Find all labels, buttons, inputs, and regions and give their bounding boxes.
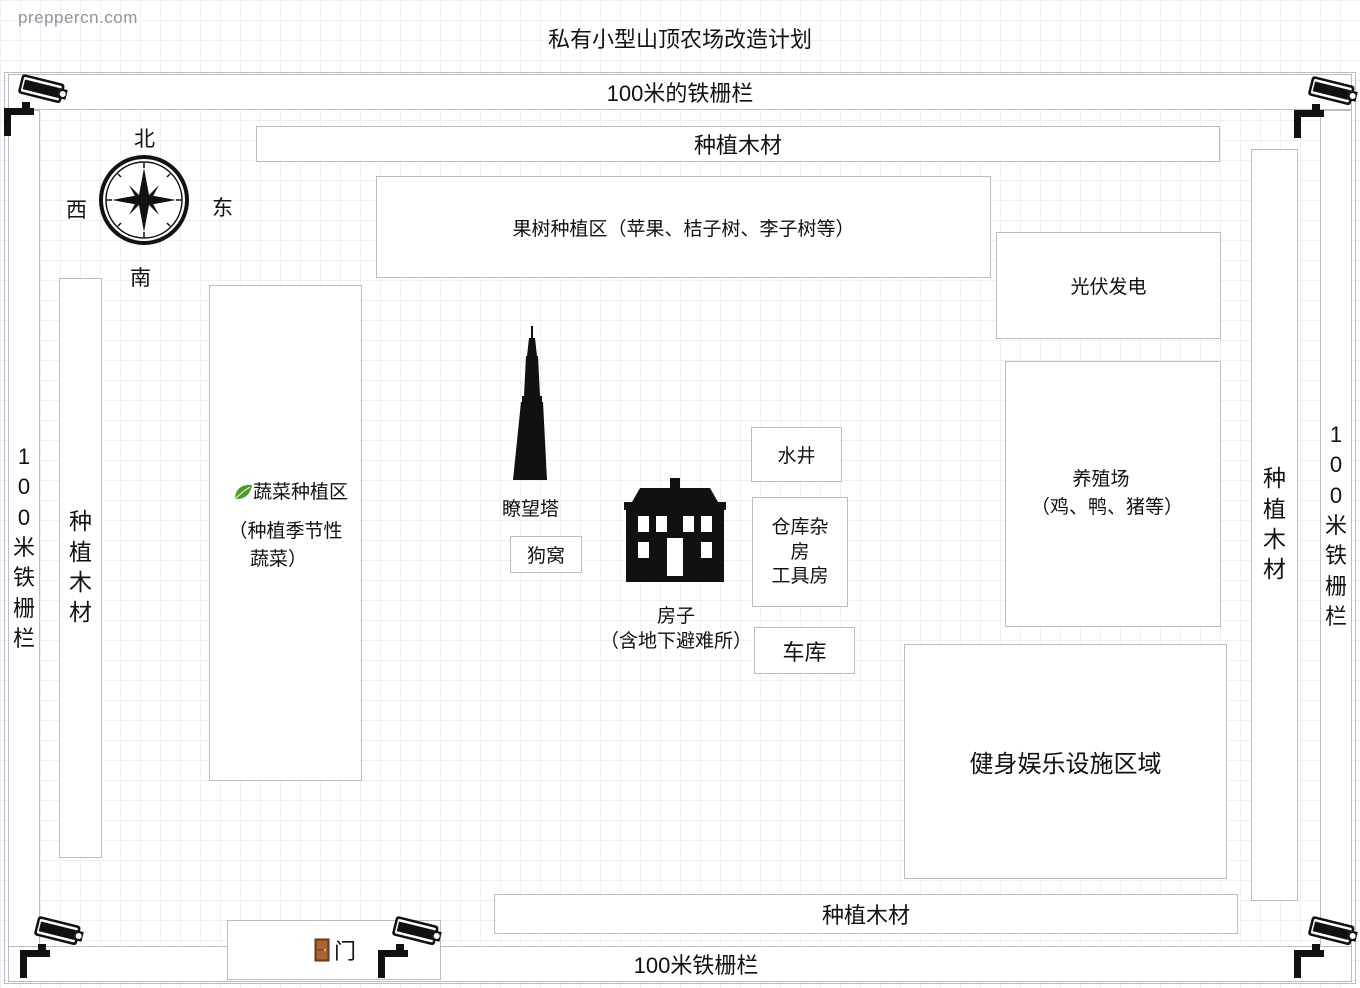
- compass-south: 南: [130, 266, 151, 290]
- house-sub: （含地下避难所）: [599, 629, 752, 652]
- timber-top: 种植木材: [256, 126, 1220, 162]
- fence-left-label: 1 0 0 米 铁 栅 栏: [8, 442, 40, 655]
- livestock-label: 养殖场 （鸡、鸭、猪等）: [1031, 466, 1183, 521]
- watchtower-label: 瞭望塔: [502, 498, 560, 520]
- fence-right-label: 1 0 0 米 铁 栅 栏: [1320, 420, 1352, 633]
- tower-icon: [513, 326, 547, 480]
- fence-top: 100米的铁栅栏: [8, 74, 1352, 110]
- cctv-camera-icon: [20, 916, 84, 978]
- fence-right-char: 0: [1329, 452, 1343, 478]
- vegetable-title-row: 蔬菜种植区: [209, 478, 362, 507]
- fence-right-char: 1: [1329, 422, 1343, 447]
- house-title: 房子: [656, 605, 695, 627]
- storage-room: 仓库杂 房 工具房: [752, 497, 848, 607]
- well: 水井: [751, 427, 842, 482]
- fence-bottom: 100米铁栅栏: [8, 946, 1352, 982]
- livestock-zone: 养殖场 （鸡、鸭、猪等）: [1005, 361, 1221, 627]
- timber-bottom-label: 种植木材: [821, 904, 910, 929]
- storage-line: 工具房: [771, 565, 829, 588]
- fence-right-char: 米: [1324, 513, 1347, 539]
- livestock-title: 养殖场: [1072, 468, 1130, 491]
- fence-left-char: 0: [17, 504, 31, 530]
- fence-right-char: 栅: [1324, 573, 1347, 599]
- cctv-camera-icon: [4, 74, 68, 136]
- garage: 车库: [754, 627, 855, 674]
- storage-line: 房: [790, 540, 810, 563]
- compass-east: 东: [212, 196, 233, 220]
- solar-label: 光伏发电: [1070, 276, 1147, 298]
- timber-right-char: 材: [1263, 557, 1286, 584]
- page-title: 私有小型山顶农场改造计划: [547, 28, 812, 53]
- timber-bottom: 种植木材: [494, 894, 1238, 934]
- cctv-camera-icon: [378, 916, 442, 978]
- timber-left-char: 材: [69, 600, 92, 627]
- livestock-sub: （鸡、鸭、猪等）: [1030, 496, 1183, 518]
- leaf-icon: [234, 485, 252, 500]
- garage-label: 车库: [782, 640, 827, 666]
- fence-bottom-label: 100米铁栅栏: [633, 953, 759, 978]
- timber-right-char: 种: [1263, 466, 1286, 493]
- orchard-zone: 果树种植区（苹果、桔子树、李子树等）: [376, 176, 991, 278]
- timber-right-label: 种 植 木 材: [1263, 464, 1286, 585]
- fence-left-char: 栅: [12, 595, 35, 621]
- fence-left-char: 0: [17, 474, 31, 500]
- fence-right-char: 栏: [1324, 604, 1347, 630]
- fence-right-char: 0: [1329, 482, 1343, 508]
- vegetable-line2: （种植季节性: [228, 519, 343, 542]
- door-icon: [314, 938, 330, 962]
- fence-left-char: 米: [12, 535, 35, 561]
- compass-west: 西: [66, 198, 87, 222]
- timber-right-char: 植: [1263, 496, 1286, 523]
- house-icon: [624, 478, 726, 582]
- well-label: 水井: [777, 445, 816, 467]
- fence-right-char: 铁: [1324, 543, 1347, 569]
- vegetable-line3: 蔬菜）: [249, 548, 307, 570]
- house-label: 房子 （含地下避难所）: [596, 604, 756, 653]
- fence-left-char: 铁: [12, 565, 35, 591]
- vegetable-title: 蔬菜种植区: [252, 481, 348, 503]
- timber-left-char: 木: [69, 570, 92, 596]
- doghouse-label: 狗窝: [526, 545, 565, 567]
- timber-left-label: 种 植 木 材: [69, 507, 92, 628]
- compass-north: 北: [134, 127, 155, 151]
- compass-icon: [99, 155, 189, 245]
- storage-line: 仓库杂: [771, 515, 829, 538]
- cctv-camera-icon: [1294, 76, 1358, 138]
- gate-label: 门: [334, 940, 357, 965]
- timber-right: 种 植 木 材: [1251, 149, 1298, 901]
- fitness-zone: 健身娱乐设施区域: [904, 644, 1227, 879]
- timber-top-label: 种植木材: [693, 134, 782, 159]
- timber-left-char: 植: [69, 539, 92, 566]
- solar-zone: 光伏发电: [996, 232, 1221, 339]
- doghouse: 狗窝: [510, 536, 582, 573]
- timber-left: 种 植 木 材: [59, 278, 102, 858]
- timber-right-char: 木: [1263, 527, 1286, 553]
- gate-label-group: 门: [314, 934, 356, 966]
- fence-top-label: 100米的铁栅栏: [606, 81, 754, 106]
- timber-left-char: 种: [69, 509, 92, 536]
- orchard-label: 果树种植区（苹果、桔子树、李子树等）: [512, 217, 855, 240]
- vegetable-label: 蔬菜种植区 （种植季节性 蔬菜）: [209, 478, 362, 574]
- fence-left-char: 栏: [12, 626, 35, 652]
- fence-left-char: 1: [17, 444, 31, 469]
- storage-label: 仓库杂 房 工具房: [771, 515, 828, 589]
- cctv-camera-icon: [1294, 916, 1358, 978]
- fitness-label: 健身娱乐设施区域: [969, 750, 1162, 778]
